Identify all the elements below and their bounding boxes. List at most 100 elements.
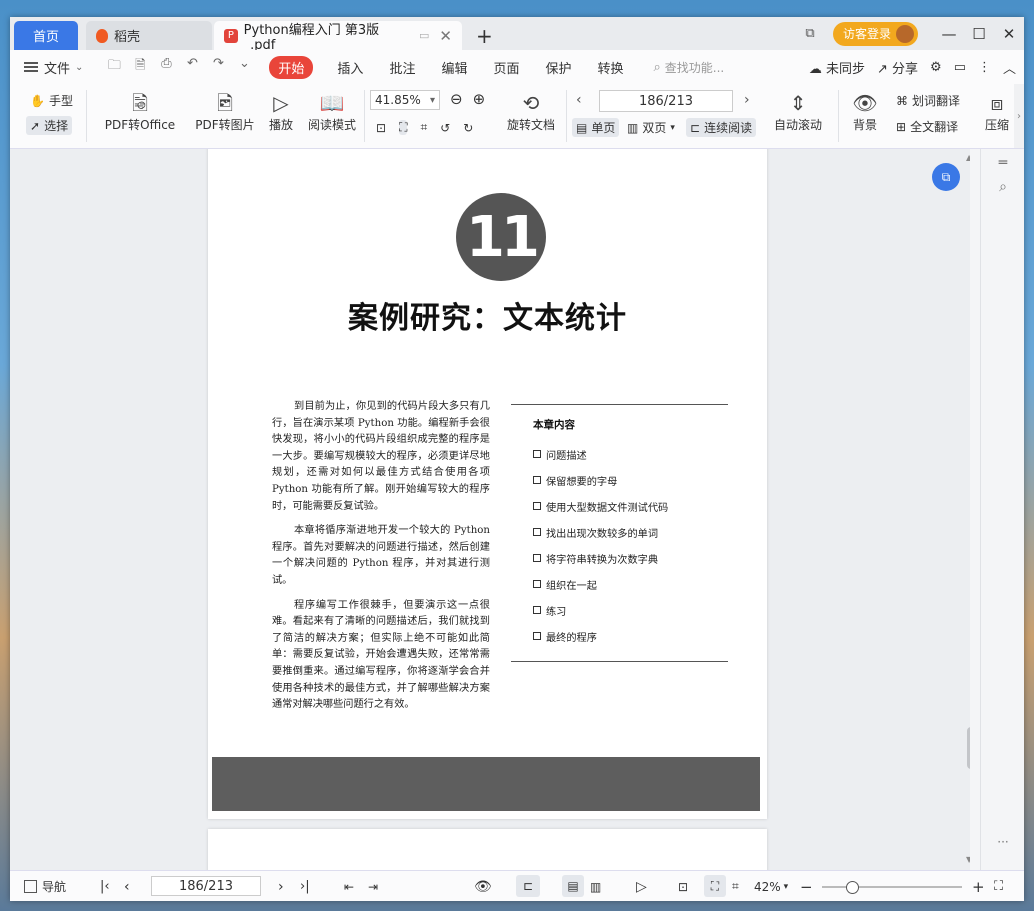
pdf-to-office-button[interactable]: 🗟 PDF转Office (100, 90, 180, 133)
actual-size-icon[interactable]: ⊡ (376, 121, 386, 135)
function-search[interactable]: ⌕ 查找功能... (654, 59, 725, 76)
next-page-icon[interactable]: › (744, 92, 750, 108)
fit-page-icon[interactable]: ⛶ (704, 875, 726, 897)
pin-icon[interactable]: ▭ (419, 29, 429, 42)
maximize-button[interactable]: ☐ (964, 25, 994, 43)
avatar (896, 24, 914, 43)
auto-scroll-button[interactable]: ⇕ 自动滚动 (768, 90, 828, 133)
customize-icon[interactable]: ⌄ (233, 56, 255, 78)
fullscreen-icon[interactable]: ⛶ (994, 871, 1003, 901)
zoom-level[interactable]: 42% ▾ (754, 871, 788, 901)
zoom-in-button[interactable]: + (972, 871, 985, 901)
continuous-read-button[interactable]: ⊏ 连续阅读 (686, 118, 757, 137)
ribbon-scroll-right[interactable]: › (1014, 84, 1024, 148)
paragraph: 程序编写工作很棘手，但要演示这一点很难。看起来有了清晰的问题描述后，我们就找到了… (272, 599, 490, 711)
undo-icon[interactable]: ↶ (181, 56, 203, 78)
more-icon[interactable]: ⋮ (978, 60, 991, 75)
compress-button[interactable]: ⧈ 压缩 (982, 90, 1012, 133)
fit-width-icon[interactable]: ⌗ (732, 871, 739, 901)
fit-page-icon[interactable]: ⛶ (399, 120, 408, 135)
read-mode-button[interactable]: 📖 阅读模式 (306, 90, 358, 133)
rotate-left-icon[interactable]: ↺ (440, 121, 450, 135)
back-icon[interactable]: ⇤ (344, 871, 354, 901)
hand-tool[interactable]: ✋ 手型 (30, 92, 73, 109)
close-window-button[interactable]: ✕ (994, 25, 1024, 43)
menu-annotate[interactable]: 批注 (389, 58, 415, 77)
redo-icon[interactable]: ↷ (207, 56, 229, 78)
sync-button[interactable]: ☁ 未同步 (809, 58, 865, 77)
word-translate-button[interactable]: ⌘ 划词翻译 (896, 92, 960, 109)
comment-icon[interactable]: ▭ (954, 60, 966, 75)
close-tab-icon[interactable]: ✕ (439, 27, 452, 45)
scrollbar-thumb[interactable] (967, 727, 970, 769)
first-page-icon[interactable]: |‹ (100, 871, 110, 901)
workspace-icon[interactable]: ⧉ (797, 23, 823, 45)
app-window: 首页 稻壳 P Python编程入门 第3版_.pdf ▭ ✕ + ⧉ 访客登录… (10, 17, 1024, 901)
eye-protection-icon[interactable]: 👁 (474, 871, 492, 901)
menu-insert[interactable]: 插入 (337, 58, 363, 77)
forward-icon[interactable]: ⇥ (368, 871, 378, 901)
panel-drag-handle[interactable]: ═ (981, 155, 1024, 171)
next-page-icon[interactable]: › (278, 871, 284, 901)
menu-edit[interactable]: 编辑 (441, 58, 467, 77)
new-tab-button[interactable]: + (476, 24, 493, 48)
collapse-ribbon-icon[interactable]: ︿ (1003, 58, 1016, 77)
file-menu[interactable]: 文件 ⌄ (24, 58, 83, 77)
vertical-scrollbar[interactable]: ▲ ▼ (965, 149, 970, 870)
contents-item: 保留想要的字母 (533, 467, 728, 493)
share-button[interactable]: ↗ 分享 (877, 58, 918, 77)
zoom-in-icon[interactable]: ⊕ (473, 90, 486, 108)
double-page-mode-icon[interactable]: ▥ (590, 871, 601, 901)
contents-item: 找出出现次数较多的单词 (533, 519, 728, 545)
rotate-right-icon[interactable]: ↻ (463, 121, 473, 135)
select-tool[interactable]: ➚ 选择 (26, 116, 73, 135)
zoom-select[interactable]: 41.85% (370, 90, 440, 110)
save-icon[interactable]: 🗎 (129, 56, 151, 78)
tab-home[interactable]: 首页 (14, 21, 78, 50)
login-button[interactable]: 访客登录 (832, 21, 918, 46)
document-viewport[interactable]: 11 案例研究：文本统计 到目前为止，你见到的代码片段大多只有几行，旨在演示某项… (10, 149, 970, 870)
play-icon[interactable]: ▷ (636, 871, 647, 901)
open-folder-icon[interactable]: 🗀 (103, 56, 125, 78)
full-translate-button[interactable]: ⊞ 全文翻译 (896, 118, 958, 135)
compress-label: 压缩 (984, 118, 1009, 132)
background-button[interactable]: 👁 背景 (846, 90, 884, 133)
menu-icon (24, 62, 38, 72)
floating-tool-button[interactable]: ⧉ (932, 163, 960, 191)
prev-page-icon[interactable]: ‹ (124, 871, 130, 901)
zoom-out-button[interactable]: − (800, 871, 813, 901)
more-panel-icon[interactable]: ··· (981, 835, 1024, 849)
settings-icon[interactable]: ⚙ (930, 60, 942, 75)
double-page-button[interactable]: ▥ 双页 ▾ (627, 119, 675, 136)
zoom-out-icon[interactable]: ⊖ (450, 90, 463, 108)
menu-convert[interactable]: 转换 (598, 58, 624, 77)
print-icon[interactable]: ⎙ (155, 56, 177, 78)
continuous-mode-icon[interactable]: ⊏ (516, 875, 540, 897)
scroll-up-icon[interactable]: ▲ (966, 153, 970, 162)
rotate-document-button[interactable]: ⟲ 旋转文档 (504, 90, 558, 133)
eye-icon: 👁 (852, 91, 878, 115)
zoom-slider[interactable] (822, 881, 962, 894)
minimize-button[interactable]: — (934, 25, 964, 43)
status-page-input[interactable]: 186/213 (151, 876, 261, 896)
prev-page-icon[interactable]: ‹ (576, 92, 582, 108)
menu-protect[interactable]: 保护 (545, 58, 571, 77)
actual-size-icon[interactable]: ⊡ (678, 871, 688, 901)
last-page-icon[interactable]: ›| (300, 871, 310, 901)
menu-page[interactable]: 页面 (493, 58, 519, 77)
play-button[interactable]: ▷ 播放 (264, 90, 298, 133)
tab-daoke[interactable]: 稻壳 (86, 21, 212, 50)
tab-document[interactable]: P Python编程入门 第3版_.pdf ▭ ✕ (214, 21, 462, 53)
zoom-slider-knob[interactable] (846, 881, 859, 894)
single-page-mode-icon[interactable]: ▤ (562, 875, 584, 897)
navigation-button[interactable]: 导航 (24, 871, 66, 901)
fit-width-icon[interactable]: ⌗ (420, 120, 427, 135)
page-number-input[interactable]: 186/213 (599, 90, 733, 112)
search-text-icon[interactable]: ⌕ (981, 179, 1024, 195)
scroll-down-icon[interactable]: ▼ (966, 855, 970, 864)
single-page-button[interactable]: ▤ 单页 (572, 118, 620, 137)
zoom-level-label: 42% (754, 879, 781, 894)
pdf-to-image-button[interactable]: 🖻 PDF转图片 (194, 90, 256, 133)
menu-start[interactable]: 开始 (269, 55, 314, 79)
continuous-label: 连续阅读 (704, 121, 753, 135)
